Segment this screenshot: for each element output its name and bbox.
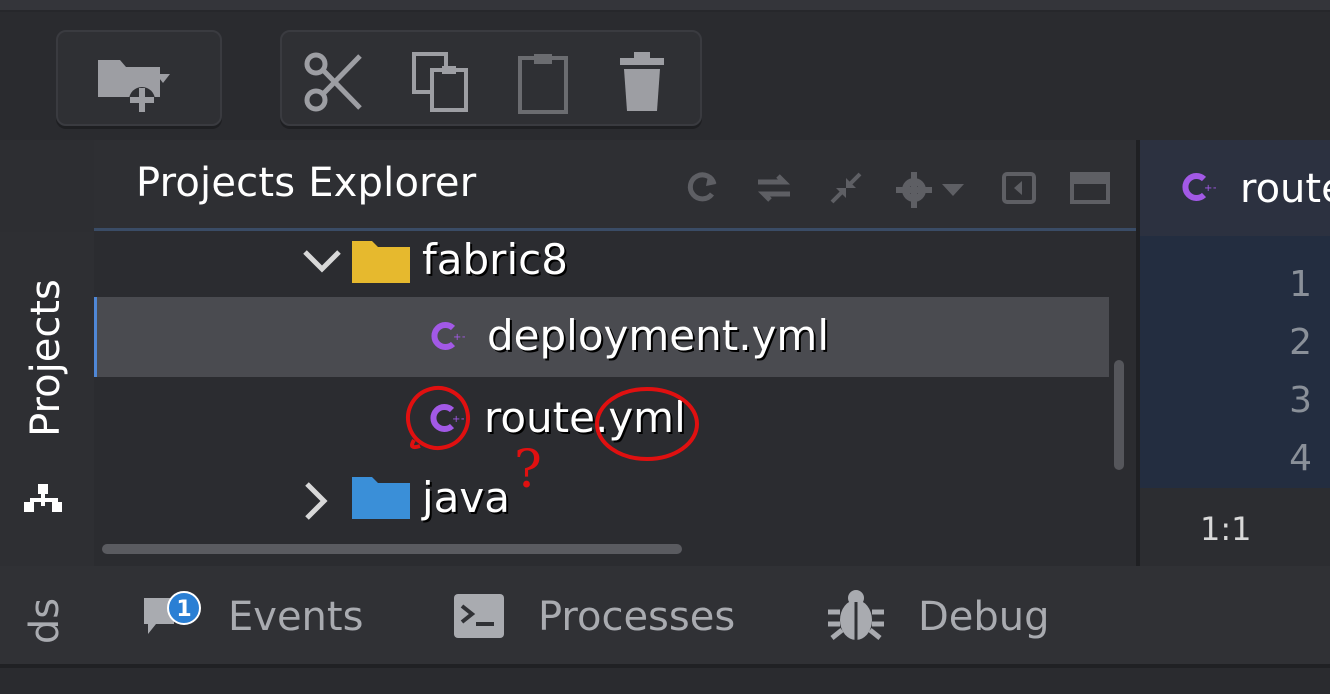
- project-tree-icon[interactable]: [22, 480, 66, 516]
- tree-item-label: deployment.yml: [487, 311, 830, 360]
- tab-processes[interactable]: Processes: [538, 594, 735, 640]
- red-annotation-circles: [406, 386, 699, 461]
- svg-text:++: ++: [1204, 183, 1216, 194]
- side-tab-partial[interactable]: ds: [22, 598, 68, 644]
- clipboard-icon: [512, 50, 576, 114]
- toolbar-group-edit: [280, 30, 702, 126]
- line-number: 4: [1289, 438, 1312, 479]
- folder-plus-icon: [94, 52, 182, 112]
- vertical-scrollbar[interactable]: [1114, 360, 1124, 470]
- horizontal-scrollbar[interactable]: [102, 544, 682, 554]
- editor-gutter: 1 2 3 4: [1136, 236, 1330, 488]
- tree-item-label: fabric8: [422, 235, 568, 284]
- tab-events[interactable]: Events: [228, 594, 363, 640]
- sync-icon[interactable]: [756, 172, 792, 204]
- line-number: 3: [1289, 380, 1312, 421]
- toolbar-group-new: [56, 30, 222, 126]
- trash-icon: [610, 50, 674, 114]
- line-number: 1: [1289, 264, 1312, 305]
- collapse-panel-icon[interactable]: [1002, 172, 1036, 204]
- file-type-icon: ++: [1180, 172, 1216, 202]
- events-icon: 1: [140, 590, 204, 646]
- cursor-position: 1:1: [1200, 510, 1252, 548]
- left-side-bar-top: [0, 140, 94, 232]
- chevron-down-icon[interactable]: [302, 249, 342, 273]
- panel-title: Projects Explorer: [136, 160, 477, 206]
- window-top-strip: [0, 0, 1330, 10]
- cut-button[interactable]: [298, 46, 370, 118]
- terminal-icon: [454, 594, 504, 638]
- editor-tab-label[interactable]: route: [1240, 166, 1330, 212]
- bug-icon: [826, 588, 886, 644]
- status-area: [0, 668, 1330, 694]
- projects-side-tab[interactable]: Projects: [23, 278, 69, 438]
- new-folder-button[interactable]: [98, 46, 174, 118]
- line-number: 2: [1289, 322, 1312, 363]
- delete-button[interactable]: [606, 46, 678, 118]
- svg-text:++: ++: [453, 332, 465, 343]
- tab-debug[interactable]: Debug: [918, 594, 1050, 640]
- maximize-icon[interactable]: [1070, 172, 1110, 204]
- file-type-icon: ++: [429, 321, 465, 351]
- copy-icon: [410, 50, 474, 114]
- folder-icon: [352, 237, 410, 283]
- toolbar: [0, 12, 1330, 140]
- gear-icon[interactable]: [896, 170, 968, 210]
- question-mark-annotation: ?: [514, 440, 542, 500]
- tree-row-deployment-yml[interactable]: ++ deployment.yml: [94, 297, 1109, 377]
- copy-button[interactable]: [406, 46, 478, 118]
- scissors-icon: [302, 50, 366, 114]
- refresh-icon[interactable]: [686, 170, 720, 204]
- chevron-right-icon[interactable]: [304, 481, 328, 521]
- paste-button[interactable]: [508, 46, 580, 118]
- collapse-icon[interactable]: [830, 172, 862, 204]
- events-badge: 1: [176, 597, 191, 622]
